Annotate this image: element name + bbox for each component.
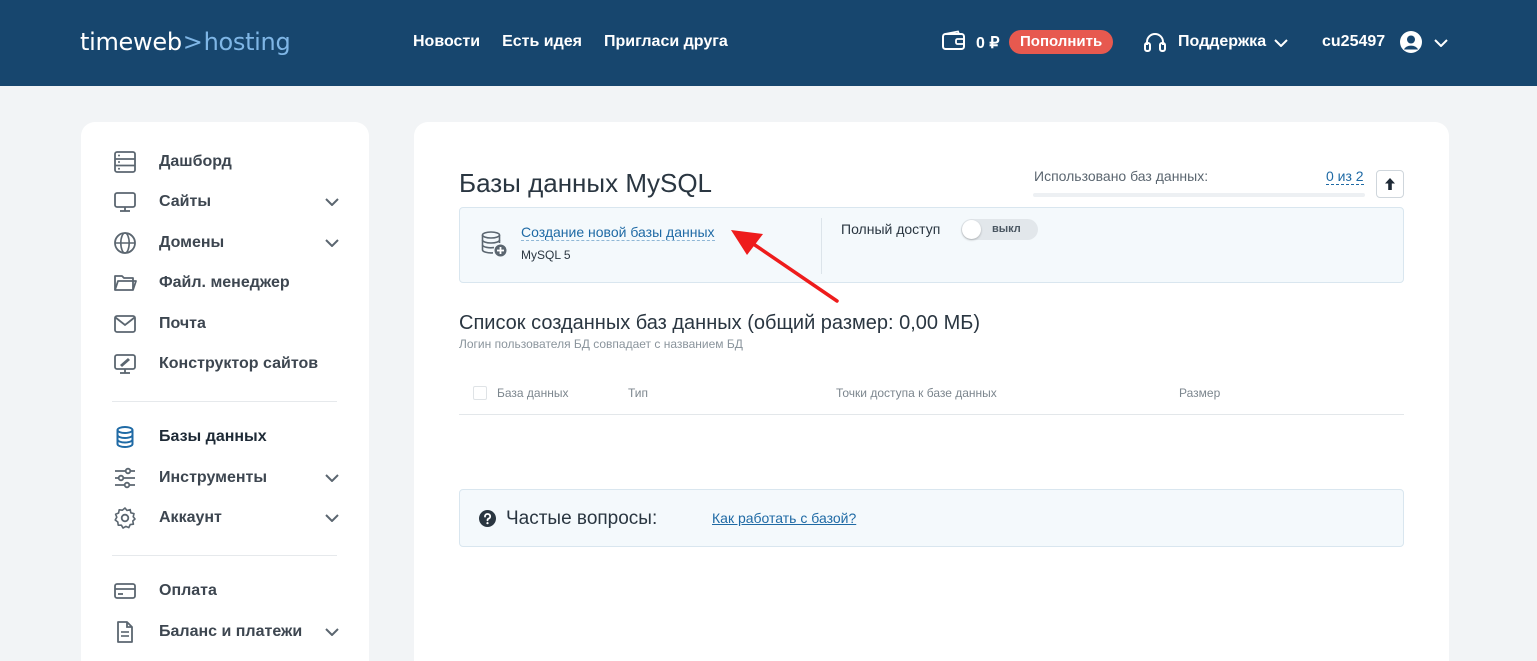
sidebar-item-file-manager[interactable]: Файл. менеджер — [113, 269, 339, 297]
sidebar-divider — [112, 401, 337, 402]
chevron-down-icon[interactable] — [1274, 39, 1288, 47]
toggle-knob — [962, 220, 981, 239]
chevron-down-icon[interactable] — [325, 198, 339, 206]
sidebar-item-label: Дашборд — [159, 153, 232, 170]
chevron-down-icon[interactable] — [325, 239, 339, 247]
folder-icon — [114, 275, 137, 291]
sidebar-item-domains[interactable]: Домены — [113, 229, 339, 257]
sidebar-item-account[interactable]: Аккаунт — [113, 504, 339, 532]
sliders-icon — [115, 467, 135, 489]
sidebar-item-site-builder[interactable]: Конструктор сайтов — [113, 350, 339, 378]
nav-idea[interactable]: Есть идея — [502, 33, 582, 51]
column-header-size[interactable]: Размер — [1179, 386, 1220, 400]
nav-invite-friend[interactable]: Пригласи друга — [604, 33, 728, 51]
chevron-down-icon[interactable] — [325, 474, 339, 482]
sidebar-divider — [112, 555, 337, 556]
mysql-version: MySQL 5 — [521, 248, 571, 262]
faq-box: Частые вопросы: Как работать с базой? — [459, 489, 1404, 547]
logo-brand: timeweb — [80, 28, 182, 56]
full-access-toggle[interactable]: выкл — [961, 219, 1038, 240]
logo-product: hosting — [203, 28, 291, 56]
headset-icon[interactable] — [1143, 30, 1167, 54]
databases-list-note: Логин пользователя БД совпадает с назван… — [459, 337, 743, 351]
sidebar-item-dashboard[interactable]: Дашборд — [113, 148, 339, 176]
sidebar-item-sites[interactable]: Сайты — [113, 188, 339, 216]
balance-amount: 0 ₽ — [976, 35, 1000, 52]
support-menu[interactable]: Поддержка — [1178, 33, 1266, 51]
globe-icon — [114, 232, 136, 254]
databases-list-title: Список созданных баз данных (общий разме… — [459, 312, 981, 334]
logo-separator: > — [182, 28, 203, 56]
document-icon — [117, 621, 133, 643]
question-icon — [479, 510, 496, 527]
upload-button[interactable] — [1376, 170, 1404, 198]
create-database-link[interactable]: Создание новой базы данных — [521, 224, 715, 241]
full-access-label: Полный доступ — [841, 221, 941, 237]
logo[interactable]: timeweb>hosting — [80, 28, 291, 56]
sidebar-item-tools[interactable]: Инструменты — [113, 464, 339, 492]
create-database-box: Создание новой базы данных MySQL 5 Полны… — [459, 207, 1404, 283]
usage-label: Использовано баз данных: — [1034, 168, 1209, 184]
databases-table-header: База данных Тип Точки доступа к базе дан… — [459, 378, 1404, 415]
page-title: Базы данных MySQL — [459, 168, 713, 198]
database-add-icon — [481, 231, 507, 257]
database-icon — [116, 426, 134, 448]
chevron-down-icon[interactable] — [325, 628, 339, 636]
mail-icon — [114, 315, 136, 333]
usage-count[interactable]: 0 из 2 — [1326, 168, 1364, 185]
select-all-checkbox[interactable] — [473, 386, 487, 400]
sidebar-item-label: Баланс и платежи — [159, 623, 303, 640]
nav-news[interactable]: Новости — [413, 33, 480, 51]
sidebar-item-label: Базы данных — [159, 428, 267, 445]
sidebar-item-payment[interactable]: Оплата — [113, 577, 339, 605]
arrow-up-icon — [1385, 178, 1395, 190]
chevron-down-icon[interactable] — [325, 514, 339, 522]
sidebar-item-label: Конструктор сайтов — [159, 355, 319, 372]
faq-link[interactable]: Как работать с базой? — [712, 510, 856, 526]
sidebar: Дашборд Сайты Домены Файл. менеджер Почт… — [81, 122, 369, 661]
sidebar-item-label: Инструменты — [159, 469, 268, 486]
wallet-icon[interactable] — [941, 30, 967, 52]
username[interactable]: cu25497 — [1322, 33, 1385, 51]
sidebar-item-label: Почта — [159, 315, 206, 332]
user-avatar-icon[interactable] — [1399, 30, 1423, 54]
annotation-arrow — [731, 230, 839, 303]
sidebar-item-balance[interactable]: Баланс и платежи — [113, 618, 339, 646]
column-header-type[interactable]: Тип — [628, 386, 648, 400]
card-icon — [114, 583, 136, 599]
topup-button[interactable]: Пополнить — [1009, 30, 1114, 54]
sidebar-item-label: Аккаунт — [159, 509, 222, 526]
column-header-database[interactable]: База данных — [497, 386, 568, 400]
dashboard-icon — [114, 151, 136, 173]
chevron-down-icon[interactable] — [1434, 39, 1448, 47]
gear-icon — [114, 507, 136, 529]
faq-label: Частые вопросы: — [506, 508, 658, 529]
site-builder-icon — [114, 354, 136, 374]
usage-progress-bar — [1033, 193, 1365, 197]
column-header-access-points[interactable]: Точки доступа к базе данных — [836, 386, 997, 400]
monitor-icon — [114, 192, 136, 212]
sidebar-item-label: Домены — [159, 234, 225, 251]
sidebar-item-label: Файл. менеджер — [159, 274, 290, 291]
top-nav: Новости Есть идея Пригласи друга — [413, 33, 728, 51]
main-panel: Базы данных MySQL Использовано баз данны… — [414, 122, 1449, 661]
top-header: timeweb>hosting Новости Есть идея Пригла… — [0, 0, 1537, 86]
sidebar-item-label: Сайты — [159, 193, 211, 210]
sidebar-item-databases[interactable]: Базы данных — [113, 423, 339, 451]
sidebar-item-label: Оплата — [159, 582, 217, 599]
toggle-state-label: выкл — [992, 223, 1021, 235]
sidebar-item-mail[interactable]: Почта — [113, 310, 339, 338]
